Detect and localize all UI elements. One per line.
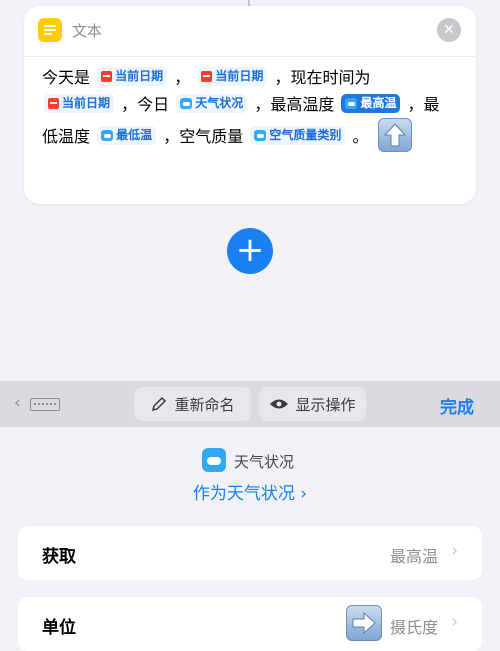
chevron-right-icon: › (451, 541, 458, 561)
card-header: 文本 ✕ (24, 6, 476, 57)
variable-token-high-temp[interactable]: 最高温 (341, 94, 401, 113)
text-segment: 低温度 (42, 127, 91, 146)
output-type-link[interactable]: 作为天气状况 › (0, 479, 500, 504)
keyboard-icon[interactable] (30, 398, 60, 411)
weather-icon (345, 98, 358, 109)
variable-token-weather[interactable]: 天气状况 (176, 94, 248, 113)
chevron-left-icon[interactable]: ‹ (14, 393, 21, 413)
right-arrow-icon (346, 605, 382, 641)
text-segment: ，今日 (121, 95, 170, 114)
variable-token-current-date[interactable]: 当前日期 (97, 67, 168, 86)
variable-token-current-date[interactable]: 当前日期 (197, 67, 268, 86)
action-name: 天气状况 (234, 453, 295, 471)
get-parameter-row[interactable]: 获取 最高温 › (18, 526, 482, 580)
calendar-icon (48, 98, 59, 109)
show-actions-label: 显示操作 (295, 395, 356, 414)
variable-token-air-quality[interactable]: 空气质量类别 (250, 126, 346, 145)
text-segment: ，最高温度 (254, 95, 335, 114)
variable-token-low-temp[interactable]: 最低温 (97, 126, 157, 145)
row-value: 最高温 (389, 547, 438, 566)
weather-icon (101, 130, 114, 141)
up-arrow-icon (377, 118, 412, 152)
editing-toolbar: ‹ 重新命名 显示操作 完成 (0, 381, 500, 427)
text-segment: ，空气质量 (163, 127, 244, 146)
chevron-right-icon: › (451, 612, 458, 632)
calendar-icon (101, 71, 113, 82)
eye-icon (270, 399, 289, 409)
rename-button[interactable]: 重新命名 (134, 387, 251, 421)
row-value: 摄氏度 (389, 618, 438, 637)
text-segment: ，最 (407, 95, 440, 114)
row-label: 获取 (42, 547, 76, 567)
card-title: 文本 (72, 22, 103, 40)
show-actions-button[interactable]: 显示操作 (259, 387, 366, 421)
weather-icon (180, 98, 193, 109)
add-action-button[interactable]: + (227, 228, 273, 274)
unit-parameter-row[interactable]: 单位 摄氏度 › (18, 597, 482, 651)
done-button[interactable]: 完成 (440, 393, 474, 418)
text-doc-icon (38, 18, 62, 42)
text-segment: 今天是 (42, 68, 91, 87)
text-action-card[interactable]: 文本 ✕ 今天是 当前日期 ， 当前日期 ，现在时间为 当前日期 ，今日 天气状… (24, 6, 476, 204)
close-icon[interactable]: ✕ (437, 18, 461, 42)
text-content[interactable]: 今天是 当前日期 ， 当前日期 ，现在时间为 当前日期 ，今日 天气状况 ，最高… (42, 64, 462, 152)
text-segment: ， (174, 68, 191, 87)
weather-icon (254, 130, 267, 141)
row-label: 单位 (42, 618, 76, 638)
variable-token-current-date[interactable]: 当前日期 (44, 94, 115, 113)
text-segment: ，现在时间为 (274, 68, 371, 87)
text-segment: 。 (352, 127, 369, 146)
rename-label: 重新命名 (174, 395, 235, 414)
calendar-icon (201, 71, 213, 82)
weather-icon (202, 448, 226, 472)
pencil-icon (152, 396, 167, 412)
